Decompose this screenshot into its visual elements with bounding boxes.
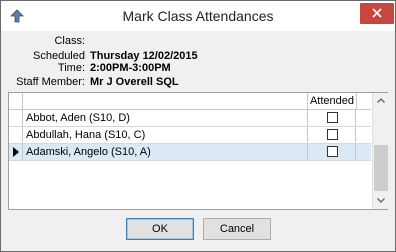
- chevron-up-icon: [377, 98, 385, 103]
- attendance-grid: Attended Abbot, Aden (S10, D) Abdullah, …: [8, 92, 388, 210]
- scheduled-date: Thursday 12/02/2015: [90, 50, 198, 62]
- close-button[interactable]: [360, 3, 394, 24]
- scrollbar-thumb[interactable]: [374, 145, 388, 191]
- title-bar: Mark Class Attendances: [1, 1, 395, 31]
- attended-checkbox[interactable]: [327, 146, 338, 157]
- row-selector[interactable]: [9, 110, 23, 126]
- staff-member-label: Staff Member:: [16, 76, 85, 88]
- cancel-button[interactable]: Cancel: [203, 218, 271, 240]
- mark-class-attendances-dialog: Mark Class Attendances Class: Scheduled …: [0, 0, 396, 252]
- grid-header: Attended: [9, 93, 371, 110]
- attended-checkbox[interactable]: [327, 129, 338, 140]
- attended-column-header[interactable]: Attended: [308, 95, 356, 107]
- class-label: Class:: [54, 35, 85, 47]
- name-column-header[interactable]: [23, 93, 308, 110]
- student-name: Adamski, Angelo (S10, A): [26, 146, 151, 158]
- scroll-down-button[interactable]: [373, 193, 389, 209]
- header-filler: [356, 93, 371, 110]
- table-row[interactable]: Abbot, Aden (S10, D): [9, 110, 371, 127]
- table-row-selected[interactable]: Adamski, Angelo (S10, A): [9, 144, 371, 161]
- table-row[interactable]: Abdullah, Hana (S10, C): [9, 127, 371, 144]
- scheduled-time-range: 2:00PM-3:00PM: [90, 62, 171, 74]
- staff-member-value: Mr J Overell SQL: [90, 76, 179, 88]
- attended-checkbox[interactable]: [327, 112, 338, 123]
- current-row-pointer-icon: [13, 147, 19, 157]
- row-selector[interactable]: [9, 144, 23, 160]
- close-icon: [372, 8, 382, 18]
- row-selector-header: [9, 93, 23, 110]
- window-title: Mark Class Attendances: [122, 8, 274, 24]
- scroll-up-button[interactable]: [373, 93, 389, 109]
- chevron-down-icon: [377, 198, 385, 203]
- student-name: Abdullah, Hana (S10, C): [26, 129, 146, 141]
- ok-button[interactable]: OK: [126, 218, 194, 240]
- row-selector[interactable]: [9, 127, 23, 143]
- vertical-scrollbar[interactable]: [372, 93, 388, 209]
- student-name: Abbot, Aden (S10, D): [26, 112, 130, 124]
- scheduled-time-label: Scheduled Time:: [33, 50, 85, 74]
